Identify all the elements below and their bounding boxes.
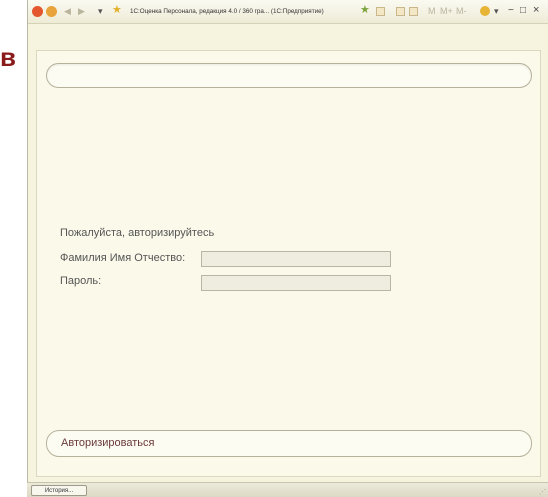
minimize-button[interactable]: −	[508, 5, 514, 17]
form-panel: Пожалуйста, авторизируйтесь Фамилия Имя …	[36, 50, 541, 477]
resize-grip-icon[interactable]: ⋰	[539, 488, 546, 496]
taskbar: История... ⋰	[27, 482, 548, 497]
app-logo-icon[interactable]	[32, 6, 43, 17]
forward-icon[interactable]: ▶	[78, 5, 85, 17]
password-label: Пароль:	[60, 275, 102, 287]
window-title: 1С:Оценка Персонала, редакция 4.0 / 360 …	[130, 8, 324, 15]
calendar-icon[interactable]	[396, 7, 405, 16]
memory-minus-button[interactable]: M-	[456, 5, 467, 17]
info-icon[interactable]	[480, 6, 490, 16]
calculator-icon[interactable]	[409, 7, 418, 16]
dropdown-icon[interactable]: ▾	[98, 5, 103, 17]
back-icon[interactable]: ◀	[64, 5, 71, 17]
side-letter: в	[0, 42, 16, 72]
chevron-down-icon[interactable]: ▾	[494, 5, 499, 17]
login-button[interactable]: Авторизироваться	[46, 430, 532, 457]
favorite-icon[interactable]: ★	[112, 4, 122, 16]
memory-plus-button[interactable]: M+	[440, 5, 453, 17]
title-bar: ◀ ▶ ▾ ★ 1С:Оценка Персонала, редакция 4.…	[28, 0, 548, 24]
login-prompt: Пожалуйста, авторизируйтесь	[60, 227, 215, 239]
app-window: ◀ ▶ ▾ ★ 1С:Оценка Персонала, редакция 4.…	[27, 0, 548, 497]
name-field[interactable]	[201, 251, 391, 267]
add-favorite-icon[interactable]: ★	[360, 4, 370, 16]
close-button[interactable]: ×	[533, 4, 539, 16]
name-label: Фамилия Имя Отчество:	[60, 252, 186, 264]
login-button-label: Авторизироваться	[61, 437, 155, 449]
refresh-icon[interactable]	[376, 7, 385, 16]
password-field[interactable]	[201, 275, 391, 291]
maximize-button[interactable]: □	[520, 5, 526, 17]
history-button[interactable]: История...	[31, 485, 87, 496]
header-bar	[46, 63, 532, 88]
app-menu-icon[interactable]	[46, 6, 57, 17]
memory-button[interactable]: M	[428, 5, 436, 17]
